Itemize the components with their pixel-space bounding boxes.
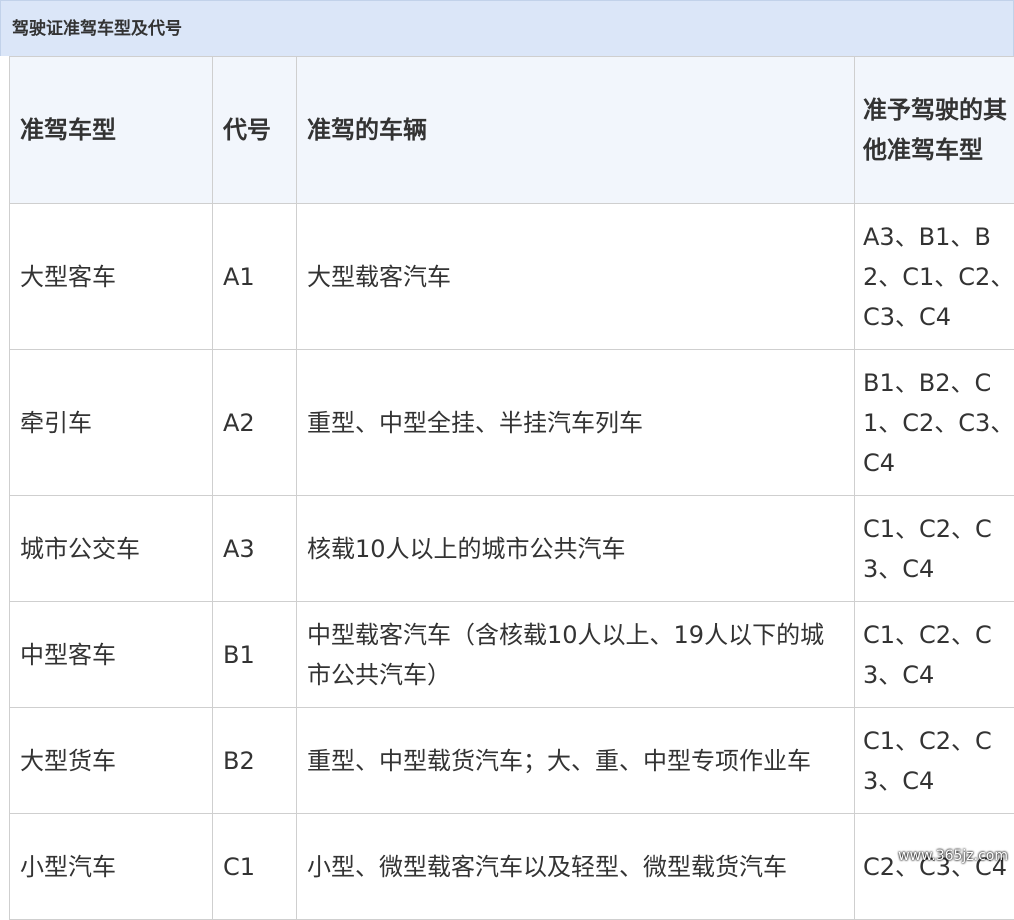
table-caption: 驾驶证准驾车型及代号	[0, 0, 1014, 56]
cell-other-classes: C1、C2、C3、C4	[855, 708, 1014, 814]
header-code: 代号	[213, 57, 297, 204]
cell-vehicles: 核载10人以上的城市公共汽车	[297, 496, 855, 602]
cell-other-classes: C1、C2、C3、C4	[855, 496, 1014, 602]
table-row: 大型客车 A1 大型载客汽车 A3、B1、B2、C1、C2、C3、C4	[10, 204, 1014, 350]
cell-code: A2	[213, 350, 297, 496]
header-class: 准驾车型	[10, 57, 213, 204]
table-row: 牵引车 A2 重型、中型全挂、半挂汽车列车 B1、B2、C1、C2、C3、C4	[10, 350, 1014, 496]
cell-class: 城市公交车	[10, 496, 213, 602]
table-row: 小型汽车 C1 小型、微型载客汽车以及轻型、微型载货汽车 C2、C3、C4	[10, 814, 1014, 920]
cell-code: A1	[213, 204, 297, 350]
cell-vehicles: 大型载客汽车	[297, 204, 855, 350]
header-vehicles: 准驾的车辆	[297, 57, 855, 204]
cell-other-classes: B1、B2、C1、C2、C3、C4	[855, 350, 1014, 496]
table-row: 大型货车 B2 重型、中型载货汽车；大、重、中型专项作业车 C1、C2、C3、C…	[10, 708, 1014, 814]
table-header-row: 准驾车型 代号 准驾的车辆 准予驾驶的其他准驾车型	[10, 57, 1014, 204]
cell-class: 小型汽车	[10, 814, 213, 920]
table-row: 中型客车 B1 中型载客汽车（含核载10人以上、19人以下的城市公共汽车） C1…	[10, 602, 1014, 708]
cell-code: A3	[213, 496, 297, 602]
cell-code: B1	[213, 602, 297, 708]
cell-vehicles: 重型、中型全挂、半挂汽车列车	[297, 350, 855, 496]
cell-other-classes: C2、C3、C4	[855, 814, 1014, 920]
header-other-classes: 准予驾驶的其他准驾车型	[855, 57, 1014, 204]
cell-vehicles: 小型、微型载客汽车以及轻型、微型载货汽车	[297, 814, 855, 920]
watermark: www.365jz.com	[898, 848, 1008, 864]
table-row: 城市公交车 A3 核载10人以上的城市公共汽车 C1、C2、C3、C4	[10, 496, 1014, 602]
cell-class: 牵引车	[10, 350, 213, 496]
cell-other-classes: A3、B1、B2、C1、C2、C3、C4	[855, 204, 1014, 350]
cell-class: 大型客车	[10, 204, 213, 350]
cell-class: 中型客车	[10, 602, 213, 708]
cell-vehicles: 重型、中型载货汽车；大、重、中型专项作业车	[297, 708, 855, 814]
cell-code: C1	[213, 814, 297, 920]
cell-code: B2	[213, 708, 297, 814]
cell-class: 大型货车	[10, 708, 213, 814]
license-class-table: 准驾车型 代号 准驾的车辆 准予驾驶的其他准驾车型 大型客车 A1 大型载客汽车…	[9, 56, 1014, 920]
cell-other-classes: C1、C2、C3、C4	[855, 602, 1014, 708]
cell-vehicles: 中型载客汽车（含核载10人以上、19人以下的城市公共汽车）	[297, 602, 855, 708]
